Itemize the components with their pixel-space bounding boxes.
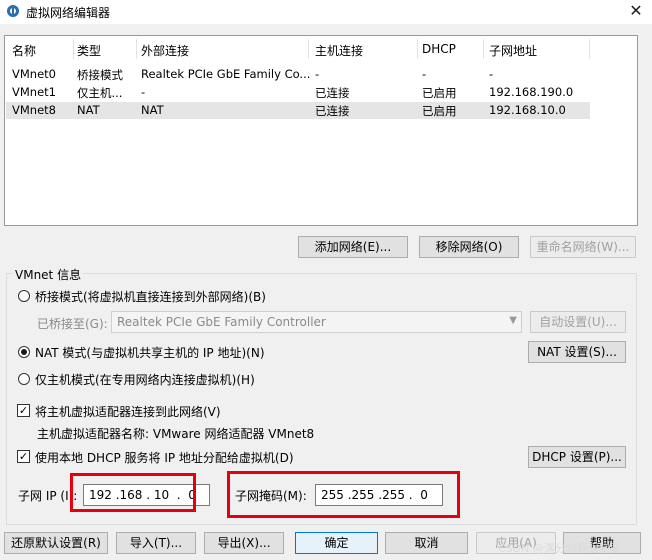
table-row[interactable]: VMnet0 桥接模式 Realtek PCIe GbE Family Co..… [6, 66, 590, 83]
restore-defaults-button[interactable]: 还原默认设置(R) [4, 532, 108, 554]
connect-adapter-checkbox[interactable]: ✓ [17, 404, 30, 417]
cell-external: Realtek PCIe GbE Family Co... [141, 67, 311, 81]
nat-mode-radio[interactable] [18, 346, 30, 358]
use-dhcp-label[interactable]: 使用本地 DHCP 服务将 IP 地址分配给虚拟机(D) [35, 449, 294, 466]
rename-network-button[interactable]: 重命名网络(W)... [530, 236, 636, 258]
cell-subnet: 192.168.10.0 [489, 103, 566, 117]
column-divider [417, 39, 418, 59]
column-header-external[interactable]: 外部连接 [141, 42, 189, 59]
cell-external: - [141, 85, 146, 99]
import-button[interactable]: 导入(T)... [116, 532, 196, 554]
cell-host: 已连接 [315, 104, 350, 118]
cell-type: 桥接模式 [77, 68, 123, 82]
cell-name: VMnet1 [12, 85, 56, 99]
column-divider [589, 39, 590, 59]
cell-dhcp: 已启用 [422, 86, 457, 100]
subnet-ip-label: 子网 IP (I): [18, 489, 78, 503]
cell-name: VMnet0 [12, 67, 56, 81]
bridged-to-value: Realtek PCIe GbE Family Controller [117, 315, 326, 329]
auto-settings-button[interactable]: 自动设置(U)... [530, 311, 626, 333]
export-button[interactable]: 导出(X)... [204, 532, 284, 554]
cell-subnet: 192.168.190.0 [489, 85, 574, 99]
cell-host: - [315, 67, 320, 81]
window-title: 虚拟网络编辑器 [26, 6, 111, 20]
use-dhcp-checkbox[interactable]: ✓ [17, 450, 30, 463]
nat-settings-button[interactable]: NAT 设置(S)... [528, 341, 626, 363]
highlight-box-subnet-ip [70, 473, 196, 512]
column-header-name[interactable]: 名称 [12, 42, 36, 59]
bridge-mode-label[interactable]: 桥接模式(将虚拟机直接连接到外部网络)(B) [35, 288, 266, 305]
nat-mode-label[interactable]: NAT 模式(与虚拟机共享主机的 IP 地址)(N) [35, 344, 265, 361]
chevron-down-icon: ▼ [509, 315, 517, 326]
cell-type: 仅主机... [77, 86, 123, 100]
column-header-host[interactable]: 主机连接 [315, 42, 363, 59]
connect-adapter-label[interactable]: 将主机虚拟适配器连接到此网络(V) [35, 403, 221, 420]
column-header-subnet[interactable]: 子网地址 [489, 42, 537, 59]
network-table[interactable]: 名称 类型 外部连接 主机连接 DHCP 子网地址 VMnet0 桥接模式 Re… [4, 35, 638, 226]
cell-name: VMnet8 [12, 103, 56, 117]
cell-type: NAT [77, 103, 100, 117]
bridged-to-select[interactable]: Realtek PCIe GbE Family Controller ▼ [111, 311, 522, 333]
column-divider [73, 39, 74, 59]
watermark: CSDN @满分对我强制要 [498, 542, 621, 555]
cell-host: 已连接 [315, 86, 350, 100]
column-header-dhcp[interactable]: DHCP [422, 42, 456, 56]
host-only-mode-label[interactable]: 仅主机模式(在专用网络内连接虚拟机)(H) [35, 371, 255, 388]
column-header-type[interactable]: 类型 [77, 42, 101, 59]
column-divider [136, 39, 137, 59]
column-divider [483, 39, 484, 59]
highlight-box-subnet-mask [227, 471, 460, 518]
ok-button[interactable]: 确定 [295, 532, 378, 554]
column-divider [308, 39, 309, 59]
host-only-mode-radio[interactable] [18, 373, 30, 385]
table-row-selected[interactable]: VMnet8 NAT NAT 已连接 已启用 192.168.10.0 [6, 102, 590, 119]
dhcp-settings-button[interactable]: DHCP 设置(P)... [528, 446, 626, 468]
cancel-button[interactable]: 取消 [385, 532, 468, 554]
cell-external: NAT [141, 103, 164, 117]
add-network-button[interactable]: 添加网络(E)... [298, 236, 408, 258]
cell-subnet: - [489, 67, 494, 81]
cell-dhcp: - [422, 67, 427, 81]
close-icon[interactable]: ✕ [626, 1, 646, 20]
bridged-to-label: 已桥接至(G): [37, 317, 108, 331]
network-editor-icon [7, 5, 19, 17]
remove-network-button[interactable]: 移除网络(O) [419, 236, 519, 258]
cell-dhcp: 已启用 [422, 104, 457, 118]
adapter-name-text: 主机虚拟适配器名称: VMware 网络适配器 VMnet8 [37, 427, 315, 441]
table-row[interactable]: VMnet1 仅主机... - 已连接 已启用 192.168.190.0 [6, 84, 590, 101]
bridge-mode-radio[interactable] [18, 290, 30, 302]
group-title: VMnet 信息 [13, 266, 84, 283]
